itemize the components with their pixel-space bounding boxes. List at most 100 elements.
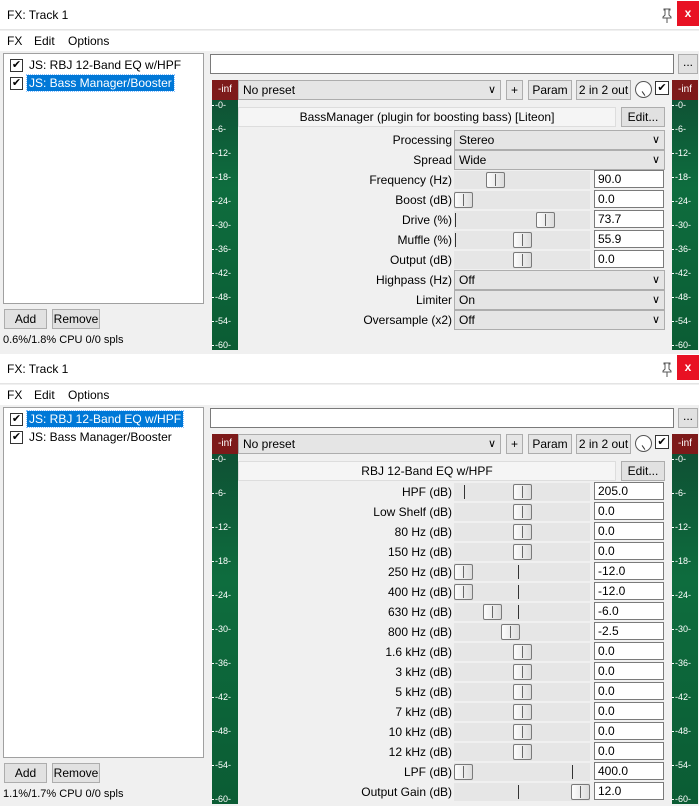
param-slider[interactable] [454, 503, 590, 521]
fx-chain-list[interactable]: ✔ JS: RBJ 12-Band EQ w/HPF ✔ JS: Bass Manag… [3, 407, 204, 758]
add-preset-button[interactable]: + [506, 434, 523, 454]
fx-chain-item[interactable]: ✔ JS: Bass Manager/Booster [10, 74, 175, 92]
param-value-field[interactable]: -6.0 [594, 602, 664, 620]
fx-name-field[interactable] [210, 408, 674, 428]
slider-thumb[interactable] [513, 252, 532, 268]
browse-button[interactable]: ... [678, 408, 698, 428]
slider-thumb[interactable] [513, 704, 532, 720]
param-value-field[interactable]: 55.9 [594, 230, 664, 248]
io-routing-button[interactable]: 2 in 2 out [576, 434, 631, 454]
param-slider[interactable] [454, 763, 590, 781]
bypass-checkbox[interactable]: ✔ [655, 435, 669, 449]
param-button[interactable]: Param [528, 80, 572, 100]
add-fx-button[interactable]: Add [4, 763, 47, 783]
slider-thumb[interactable] [513, 684, 532, 700]
menu-options[interactable]: Options [68, 34, 109, 48]
slider-thumb[interactable] [454, 764, 473, 780]
param-value-field[interactable]: -12.0 [594, 582, 664, 600]
fx-chain-item[interactable]: ✔ JS: RBJ 12-Band EQ w/HPF [10, 410, 185, 428]
slider-thumb[interactable] [536, 212, 555, 228]
param-value-field[interactable]: 0.0 [594, 522, 664, 540]
add-fx-button[interactable]: Add [4, 309, 47, 329]
param-dropdown[interactable]: Stereo ∨ [454, 130, 665, 150]
param-slider[interactable] [454, 483, 590, 501]
slider-thumb[interactable] [513, 524, 532, 540]
slider-thumb[interactable] [513, 484, 532, 500]
param-value-field[interactable]: 73.7 [594, 210, 664, 228]
title-bar[interactable]: FX: Track 1 x [0, 0, 699, 30]
param-slider[interactable] [454, 683, 590, 701]
preset-dropdown[interactable]: No preset ∨ [238, 80, 501, 100]
close-button[interactable]: x [677, 1, 699, 26]
wet-knob-icon[interactable] [635, 81, 652, 98]
param-dropdown[interactable]: Off ∨ [454, 310, 665, 330]
param-dropdown[interactable]: Wide ∨ [454, 150, 665, 170]
menu-edit[interactable]: Edit [34, 34, 55, 48]
pin-icon[interactable] [658, 7, 676, 24]
param-value-field[interactable]: 400.0 [594, 762, 664, 780]
param-slider[interactable] [454, 583, 590, 601]
add-preset-button[interactable]: + [506, 80, 523, 100]
param-slider[interactable] [454, 623, 590, 641]
param-slider[interactable] [454, 523, 590, 541]
param-slider[interactable] [454, 231, 590, 249]
param-slider[interactable] [454, 743, 590, 761]
slider-thumb[interactable] [513, 544, 532, 560]
param-value-field[interactable]: 0.0 [594, 190, 664, 208]
fx-chain-list[interactable]: ✔ JS: RBJ 12-Band EQ w/HPF ✔ JS: Bass Manag… [3, 53, 204, 304]
enable-checkbox[interactable]: ✔ [10, 412, 23, 426]
slider-thumb[interactable] [454, 584, 473, 600]
menu-fx[interactable]: FX [7, 388, 22, 402]
param-button[interactable]: Param [528, 434, 572, 454]
enable-checkbox[interactable]: ✔ [10, 76, 23, 90]
param-value-field[interactable]: 0.0 [594, 702, 664, 720]
slider-thumb[interactable] [513, 664, 532, 680]
pin-icon[interactable] [658, 361, 676, 378]
param-slider[interactable] [454, 543, 590, 561]
param-value-field[interactable]: 0.0 [594, 502, 664, 520]
slider-thumb[interactable] [483, 604, 502, 620]
param-value-field[interactable]: -2.5 [594, 622, 664, 640]
browse-button[interactable]: ... [678, 54, 698, 74]
enable-checkbox[interactable]: ✔ [10, 58, 23, 72]
io-routing-button[interactable]: 2 in 2 out [576, 80, 631, 100]
param-dropdown[interactable]: On ∨ [454, 290, 665, 310]
slider-thumb[interactable] [486, 172, 505, 188]
param-slider[interactable] [454, 783, 590, 801]
param-value-field[interactable]: 205.0 [594, 482, 664, 500]
preset-dropdown[interactable]: No preset ∨ [238, 434, 501, 454]
fx-chain-item[interactable]: ✔ JS: RBJ 12-Band EQ w/HPF [10, 57, 183, 73]
fx-name-field[interactable] [210, 54, 674, 74]
param-slider[interactable] [454, 191, 590, 209]
param-slider[interactable] [454, 603, 590, 621]
wet-knob-icon[interactable] [635, 435, 652, 452]
param-slider[interactable] [454, 211, 590, 229]
param-value-field[interactable]: 0.0 [594, 542, 664, 560]
slider-thumb[interactable] [454, 564, 473, 580]
param-slider[interactable] [454, 643, 590, 661]
slider-thumb[interactable] [513, 644, 532, 660]
bypass-checkbox[interactable]: ✔ [655, 81, 669, 95]
param-slider[interactable] [454, 703, 590, 721]
slider-thumb[interactable] [513, 504, 532, 520]
param-slider[interactable] [454, 563, 590, 581]
param-value-field[interactable]: 0.0 [594, 742, 664, 760]
slider-thumb[interactable] [513, 232, 532, 248]
menu-fx[interactable]: FX [7, 34, 22, 48]
param-value-field[interactable]: 0.0 [594, 682, 664, 700]
slider-thumb[interactable] [454, 192, 473, 208]
edit-button[interactable]: Edit... [621, 107, 665, 127]
param-value-field[interactable]: -12.0 [594, 562, 664, 580]
edit-button[interactable]: Edit... [621, 461, 665, 481]
fx-chain-item[interactable]: ✔ JS: Bass Manager/Booster [10, 429, 174, 445]
param-value-field[interactable]: 12.0 [594, 782, 664, 800]
slider-thumb[interactable] [513, 724, 532, 740]
param-value-field[interactable]: 0.0 [594, 250, 664, 268]
menu-edit[interactable]: Edit [34, 388, 55, 402]
param-value-field[interactable]: 0.0 [594, 722, 664, 740]
slider-thumb[interactable] [501, 624, 520, 640]
title-bar[interactable]: FX: Track 1 x [0, 354, 699, 384]
close-button[interactable]: x [677, 355, 699, 380]
remove-fx-button[interactable]: Remove [52, 763, 100, 783]
param-value-field[interactable]: 0.0 [594, 662, 664, 680]
